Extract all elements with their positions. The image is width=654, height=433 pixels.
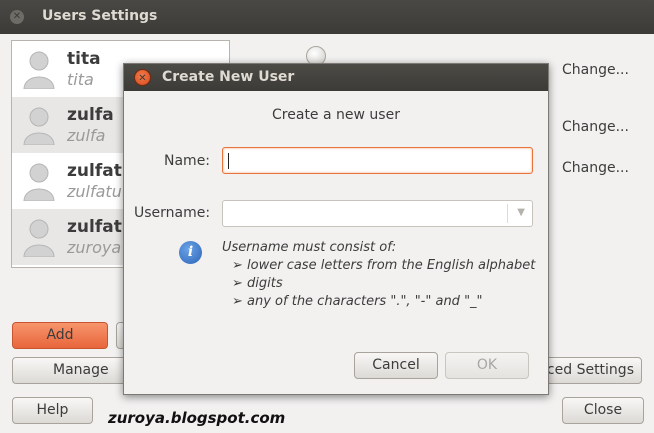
watermark: zuroya.blogspot.com xyxy=(108,409,286,427)
help-button[interactable]: Help xyxy=(12,397,93,424)
change-button[interactable]: Change... xyxy=(562,62,629,78)
user-login: tita xyxy=(67,70,94,89)
hint-item: ➢ lower case letters from the English al… xyxy=(232,258,536,273)
user-name: zulfa xyxy=(67,105,114,125)
user-avatar-icon xyxy=(23,51,55,89)
name-label: Name: xyxy=(164,153,211,169)
dialog-heading: Create a new user xyxy=(272,107,400,123)
user-avatar-icon xyxy=(23,163,55,201)
change-button[interactable]: Change... xyxy=(562,160,629,176)
user-login: zulfa xyxy=(67,126,106,145)
ok-button[interactable]: OK xyxy=(445,352,529,379)
hint-title: Username must consist of: xyxy=(222,240,397,255)
user-login: zulfatu xyxy=(67,182,122,201)
cancel-button[interactable]: Cancel xyxy=(354,352,438,379)
close-button[interactable]: Close xyxy=(562,397,644,424)
add-user-button[interactable]: Add xyxy=(12,322,108,349)
dialog-title: Create New User xyxy=(162,69,295,85)
users-settings-window: ✕ Users Settings tita tita zulfa zulfa z… xyxy=(0,0,654,433)
window-titlebar: ✕ Users Settings xyxy=(0,0,654,34)
combobox-separator xyxy=(507,204,508,223)
window-title: Users Settings xyxy=(42,8,158,24)
change-button[interactable]: Change... xyxy=(562,119,629,135)
user-name: tita xyxy=(67,49,101,69)
hint-item: ➢ any of the characters ".", "-" and "_" xyxy=(232,294,483,309)
name-input[interactable] xyxy=(222,147,533,174)
username-combobox[interactable]: ▼ xyxy=(222,200,533,227)
user-login: zuroya xyxy=(67,238,122,257)
dropdown-arrow-icon[interactable]: ▼ xyxy=(517,207,525,218)
user-avatar-icon xyxy=(23,107,55,145)
dialog-titlebar: ✕ Create New User xyxy=(124,64,548,91)
create-user-dialog: ✕ Create New User Create a new user Name… xyxy=(123,63,549,395)
hint-item: ➢ digits xyxy=(232,276,283,291)
dialog-close-icon[interactable]: ✕ xyxy=(134,69,151,86)
manage-groups-button[interactable]: Manage xyxy=(12,357,138,384)
user-avatar-icon xyxy=(23,219,55,257)
info-icon: i xyxy=(179,241,202,264)
window-close-icon[interactable]: ✕ xyxy=(10,10,24,24)
text-caret xyxy=(228,153,229,169)
username-label: Username: xyxy=(134,205,211,221)
